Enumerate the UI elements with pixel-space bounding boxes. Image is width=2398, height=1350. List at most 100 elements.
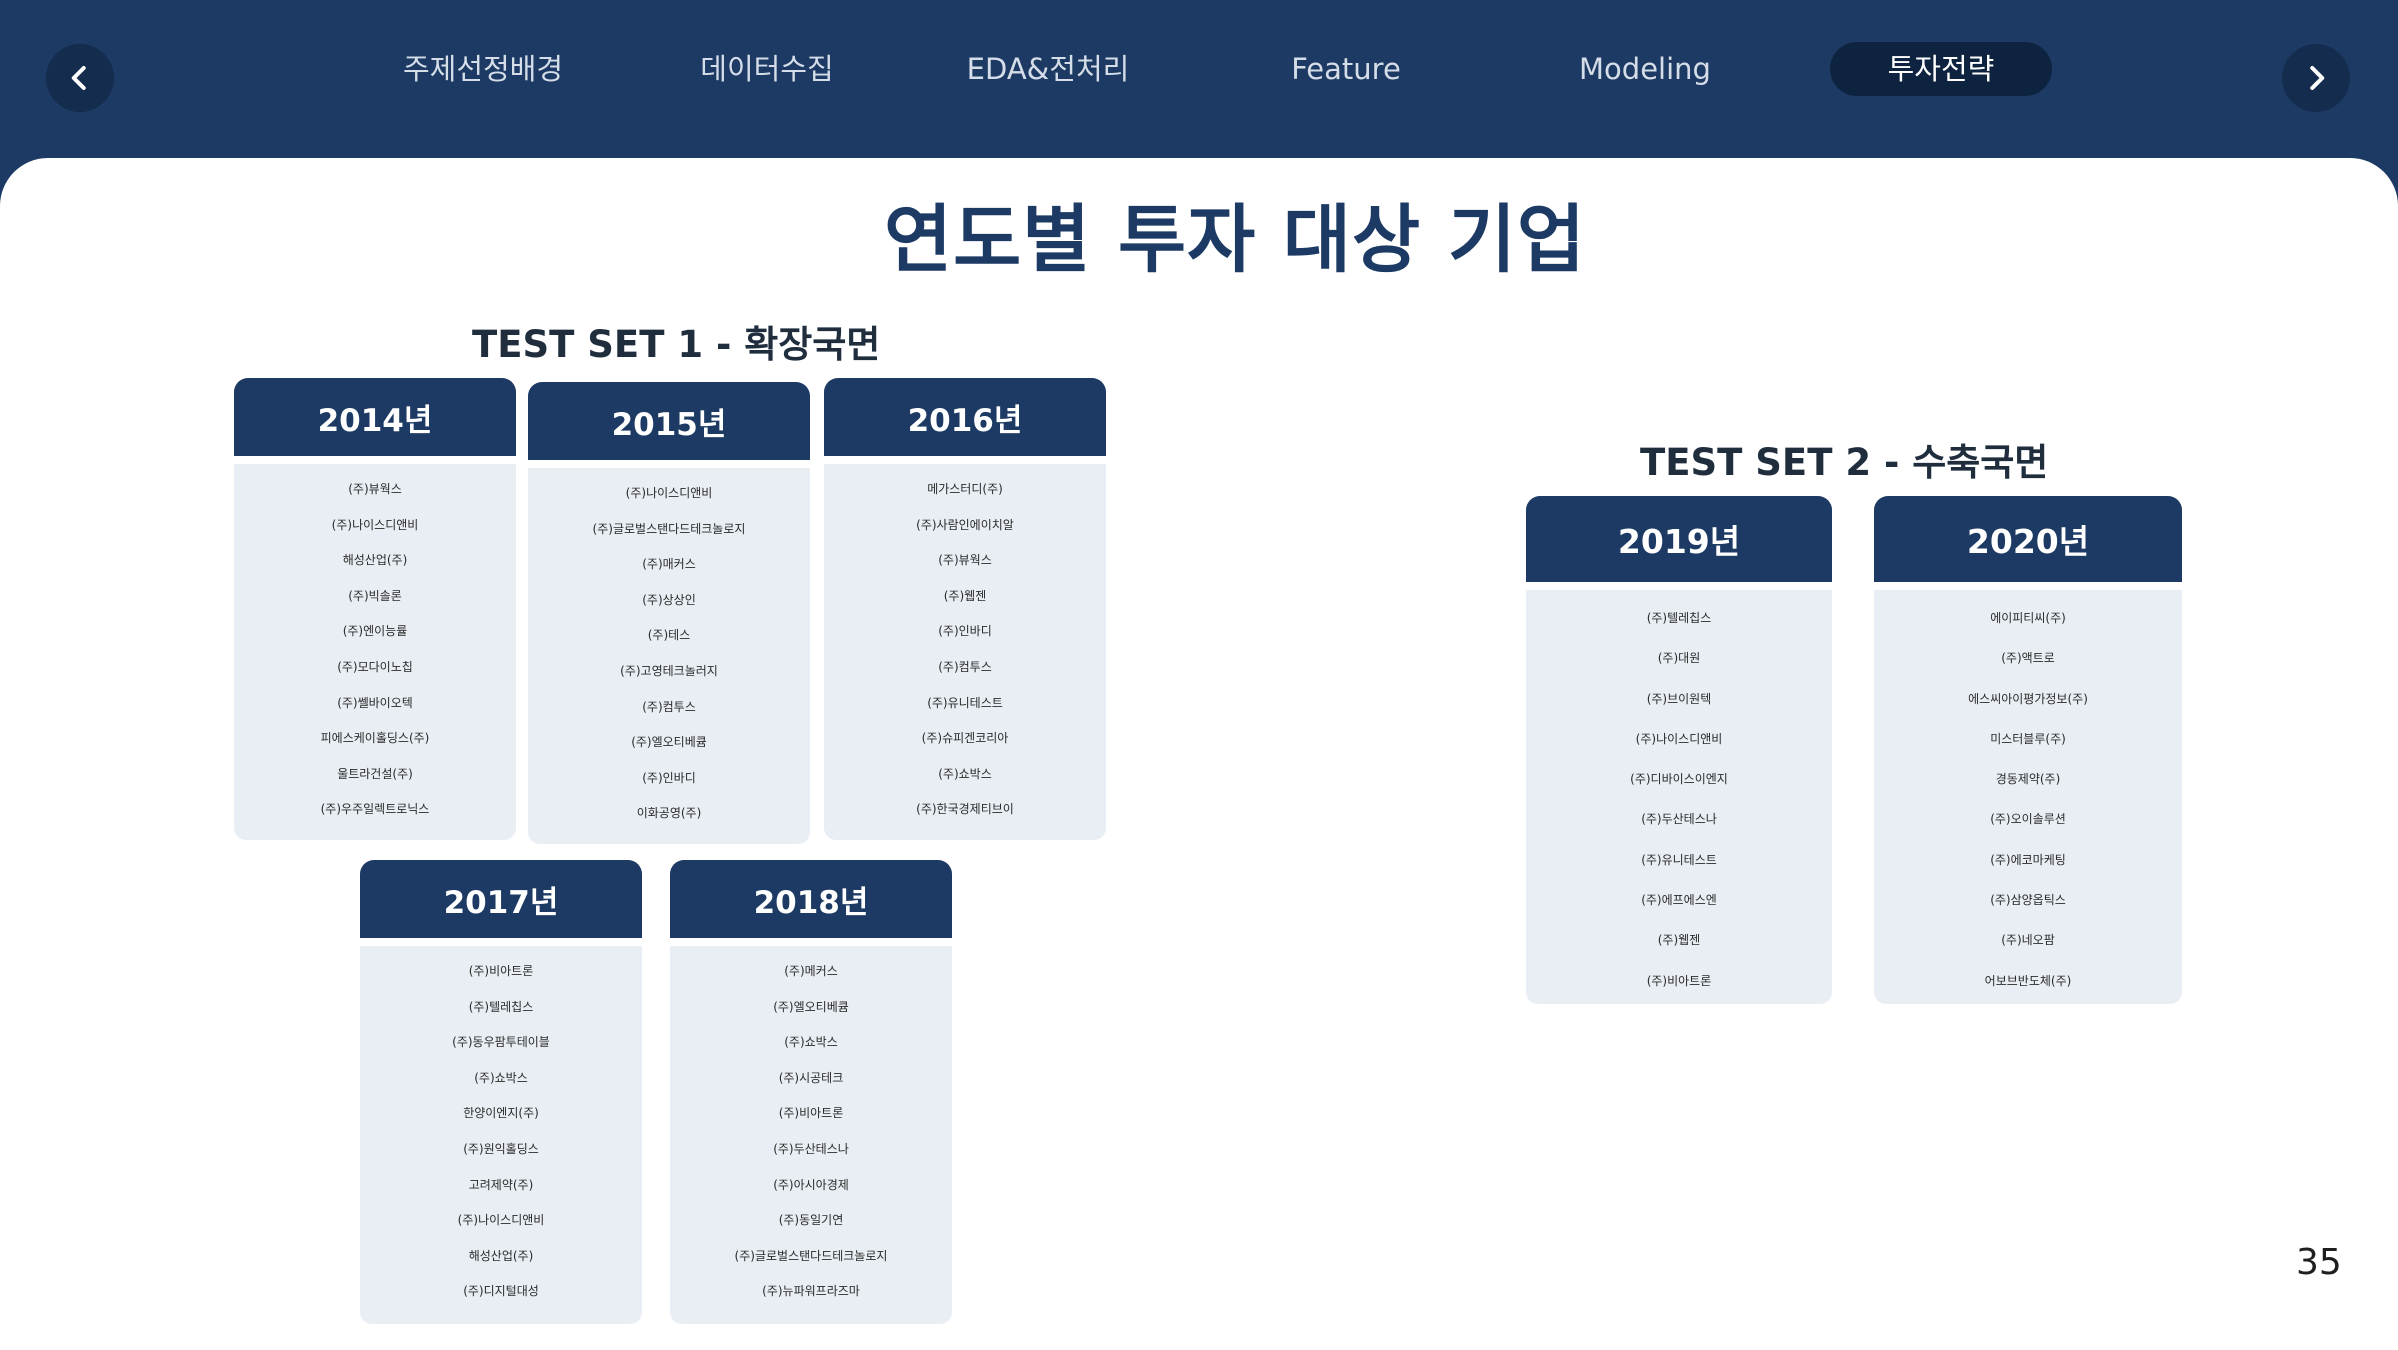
company-item: (주)엔이능률 xyxy=(342,624,408,639)
chevron-left-icon xyxy=(71,66,86,90)
company-item: (주)뉴파워프라즈마 xyxy=(762,1284,860,1299)
year-card-2019: 2019년 (주)텔레칩스 (주)대원 (주)브이원텍 (주)나이스디앤비 (주)디바이… xyxy=(1526,496,1832,1004)
company-list-items: (주)메커스 (주)엘오티베큠 (주)쇼박스 (주)시공테크 (주)비아트론 (주)두산테… xyxy=(670,946,952,1310)
company-item: (주)유니테스트 xyxy=(1641,852,1717,867)
company-item: (주)뷰웍스 xyxy=(348,482,402,496)
year-header: 2015년 xyxy=(528,382,810,460)
year-card-2015: 2015년 (주)나이스디앤비 (주)글로벌스탠다드테크놀로지 (주)매커스 (주)상… xyxy=(528,382,810,844)
company-item: 에이피티씨(주) xyxy=(1990,611,2066,625)
company-item: (주)아시아경제 xyxy=(773,1177,849,1192)
company-list-items: (주)나이스디앤비 (주)글로벌스탠다드테크놀로지 (주)매커스 (주)상상인 (주)테… xyxy=(528,468,810,832)
company-item: (주)빅솔론 xyxy=(348,588,402,603)
tab-feature[interactable]: Feature xyxy=(1246,42,1446,96)
company-item: (주)글로벌스탠다드테크놀로지 xyxy=(592,521,746,536)
company-list-items: 에이피티씨(주) (주)액트로 에스씨아이평가정보(주) 미스터블루(주) 경동제약(주… xyxy=(1874,590,2182,1001)
company-item: 해성산업(주) xyxy=(342,553,408,568)
year-card-2014: 2014년 (주)뷰웍스 (주)나이스디앤비 해성산업(주) (주)빅솔론 (주)엔이능… xyxy=(234,378,516,840)
next-slide-button[interactable] xyxy=(2282,44,2350,112)
year-card-2017: 2017년 (주)비아트론 (주)텔레칩스 (주)동우팜투테이블 (주)쇼박스 한양이엔… xyxy=(360,860,642,1324)
company-item: (주)우주일렉트로닉스 xyxy=(320,802,430,817)
tab-eda-preprocessing[interactable]: EDA&전처리 xyxy=(938,42,1158,96)
chevron-right-icon xyxy=(2310,66,2325,90)
year-header: 2014년 xyxy=(234,378,516,456)
company-item: (주)디지털대성 xyxy=(463,1284,539,1299)
tab-investment-strategy[interactable]: 투자전략 xyxy=(1830,42,2052,96)
company-item: 해성산업(주) xyxy=(468,1248,534,1263)
company-item: (주)웹젠 xyxy=(943,588,987,603)
company-item: (주)인바디 xyxy=(642,770,696,785)
company-item: (주)한국경제티브이 xyxy=(916,802,1014,817)
set2-title: TEST SET 2 - 수축국면 xyxy=(1640,441,2049,484)
company-item: (주)쇼박스 xyxy=(784,1035,838,1050)
company-list: (주)메커스 (주)엘오티베큠 (주)쇼박스 (주)시공테크 (주)비아트론 (주)두산테… xyxy=(670,946,952,1324)
company-item: (주)액트로 xyxy=(2001,651,2055,666)
company-item: (주)브이원텍 xyxy=(1646,691,1712,706)
company-item: (주)삼양옵틱스 xyxy=(1990,893,2066,908)
company-item: (주)텔레칩스 xyxy=(1646,611,1712,625)
company-list-items: (주)텔레칩스 (주)대원 (주)브이원텍 (주)나이스디앤비 (주)디바이스이엔지 (주… xyxy=(1526,590,1832,1001)
company-item: 어보브반도체(주) xyxy=(1984,973,2072,988)
company-item: (주)비아트론 xyxy=(778,1106,844,1121)
company-item: 고려제약(주) xyxy=(468,1177,534,1192)
company-list: (주)뷰웍스 (주)나이스디앤비 해성산업(주) (주)빅솔론 (주)엔이능률 (주)모다… xyxy=(234,464,516,840)
company-item: (주)상상인 xyxy=(642,592,696,607)
year-header: 2018년 xyxy=(670,860,952,938)
company-item: (주)동우팜투테이블 xyxy=(452,1035,550,1050)
year-header: 2016년 xyxy=(824,378,1106,456)
tab-topic-background[interactable]: 주제선정배경 xyxy=(378,42,588,96)
tab-data-collection[interactable]: 데이터수집 xyxy=(672,42,862,96)
company-item: (주)테스 xyxy=(647,628,691,643)
company-item: (주)에코마케팅 xyxy=(1990,852,2066,867)
company-item: (주)컴투스 xyxy=(938,659,992,674)
company-item: (주)원익홀딩스 xyxy=(463,1141,539,1156)
company-item: 에스씨아이평가정보(주) xyxy=(1968,691,2088,706)
company-item: 이화공영(주) xyxy=(636,806,702,821)
page-number: 35 xyxy=(2296,1242,2342,1283)
company-item: (주)쇼박스 xyxy=(938,766,992,781)
company-item: (주)사람인에이치알 xyxy=(916,517,1014,532)
company-item: (주)컴투스 xyxy=(642,699,696,714)
company-item: (주)에프에스엔 xyxy=(1641,893,1717,908)
company-item: (주)텔레칩스 xyxy=(468,999,534,1014)
company-list: (주)나이스디앤비 (주)글로벌스탠다드테크놀로지 (주)매커스 (주)상상인 (주)테… xyxy=(528,468,810,844)
top-nav-bar: 주제선정배경 데이터수집 EDA&전처리 Feature Modeling 투자… xyxy=(0,0,2398,158)
company-item: (주)고영테크놀러지 xyxy=(620,663,718,678)
company-item: 메가스터디(주) xyxy=(927,482,1003,496)
company-list-items: 메가스터디(주) (주)사람인에이치알 (주)뷰웍스 (주)웹젠 (주)인바디 (주)컴투… xyxy=(824,464,1106,828)
year-header: 2017년 xyxy=(360,860,642,938)
company-item: 한양이엔지(주) xyxy=(463,1106,539,1121)
company-item: (주)비아트론 xyxy=(1646,973,1712,988)
company-item: (주)뷰웍스 xyxy=(938,553,992,568)
company-list-items: (주)비아트론 (주)텔레칩스 (주)동우팜투테이블 (주)쇼박스 한양이엔지(주) (주… xyxy=(360,946,642,1310)
company-list: (주)텔레칩스 (주)대원 (주)브이원텍 (주)나이스디앤비 (주)디바이스이엔지 (주… xyxy=(1526,590,1832,1004)
company-list: (주)비아트론 (주)텔레칩스 (주)동우팜투테이블 (주)쇼박스 한양이엔지(주) (주… xyxy=(360,946,642,1324)
company-item: 피에스케이홀딩스(주) xyxy=(320,731,430,746)
company-list: 메가스터디(주) (주)사람인에이치알 (주)뷰웍스 (주)웹젠 (주)인바디 (주)컴투… xyxy=(824,464,1106,840)
company-item: (주)메커스 xyxy=(784,964,838,978)
company-item: (주)매커스 xyxy=(642,557,696,572)
company-item: (주)쇼박스 xyxy=(474,1070,528,1085)
year-card-2016: 2016년 메가스터디(주) (주)사람인에이치알 (주)뷰웍스 (주)웹젠 (주)인바… xyxy=(824,378,1106,840)
year-header: 2019년 xyxy=(1526,496,1832,582)
company-item: (주)엘오티베큠 xyxy=(631,735,707,750)
company-item: (주)글로벌스탠다드테크놀로지 xyxy=(734,1248,888,1263)
set1-title: TEST SET 1 - 확장국면 xyxy=(472,323,881,366)
company-item: (주)엘오티베큠 xyxy=(773,999,849,1014)
company-item: (주)오이솔루션 xyxy=(1990,812,2066,827)
company-list-items: (주)뷰웍스 (주)나이스디앤비 해성산업(주) (주)빅솔론 (주)엔이능률 (주)모다… xyxy=(234,464,516,828)
year-header: 2020년 xyxy=(1874,496,2182,582)
company-item: (주)유니테스트 xyxy=(927,695,1003,710)
company-item: (주)대원 xyxy=(1657,651,1701,666)
company-item: (주)동일기연 xyxy=(778,1213,844,1228)
company-list: 에이피티씨(주) (주)액트로 에스씨아이평가정보(주) 미스터블루(주) 경동제약(주… xyxy=(1874,590,2182,1004)
company-item: (주)두산테스나 xyxy=(1641,812,1717,827)
prev-slide-button[interactable] xyxy=(46,44,114,112)
company-item: 경동제약(주) xyxy=(1995,772,2061,787)
company-item: (주)두산테스나 xyxy=(773,1141,849,1156)
company-item: (주)쎌바이오텍 xyxy=(337,695,413,710)
company-item: (주)디바이스이엔지 xyxy=(1630,772,1728,787)
tab-modeling[interactable]: Modeling xyxy=(1540,42,1750,96)
company-item: (주)웹젠 xyxy=(1657,933,1701,948)
page-title: 연도별 투자 대상 기업 xyxy=(883,197,1586,283)
year-card-2020: 2020년 에이피티씨(주) (주)액트로 에스씨아이평가정보(주) 미스터블루(주)… xyxy=(1874,496,2182,1004)
